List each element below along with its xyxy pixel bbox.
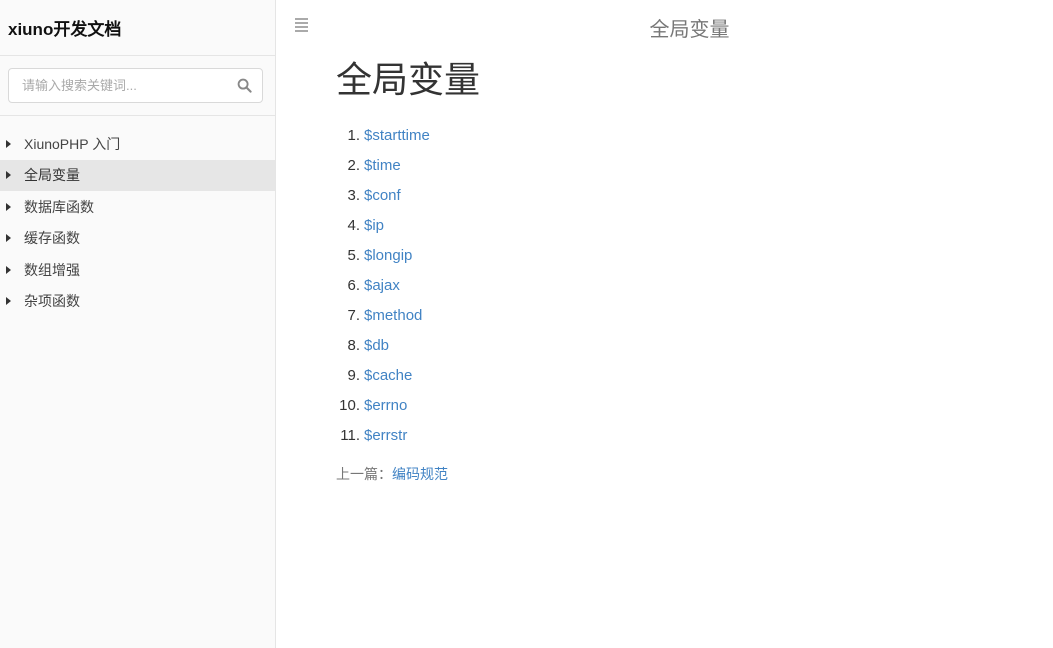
- toc-number: 8.: [347, 336, 360, 354]
- toc-number: 9.: [347, 366, 360, 384]
- toc-list: 1. $starttime 2. $time 3. $conf 4. $ip 5. $lo…: [336, 120, 1013, 450]
- article: 全局变量 1. $starttime 2. $time 3. $conf 4. $ip …: [336, 58, 1013, 484]
- header-title: 全局变量: [649, 19, 730, 41]
- toc-number: 10.: [339, 396, 360, 414]
- caret-right-icon[interactable]: [6, 139, 11, 148]
- caret-right-icon[interactable]: [6, 265, 11, 274]
- toc-link-longip[interactable]: $longip: [364, 247, 412, 264]
- toc-number: 4.: [347, 216, 360, 234]
- toc-item: 1. $starttime: [336, 120, 1013, 150]
- sidebar-item-label: 全局变量: [24, 167, 80, 184]
- toc-link-db[interactable]: $db: [364, 337, 389, 354]
- sidebar-header: xiuno开发文档: [0, 0, 275, 56]
- site-title[interactable]: xiuno开发文档: [8, 15, 121, 40]
- toc-link-cache[interactable]: $cache: [364, 367, 412, 384]
- page-title: 全局变量: [336, 59, 481, 100]
- app-window: xiuno开发文档 XiunoPHP 入门 全局变量 数据库函: [0, 0, 1053, 648]
- toc-item: 7. $method: [336, 300, 1013, 330]
- toc-item: 11. $errstr: [336, 420, 1013, 450]
- toc-link-errstr[interactable]: $errstr: [364, 427, 407, 444]
- caret-right-icon[interactable]: [6, 171, 11, 180]
- toc-item: 3. $conf: [336, 180, 1013, 210]
- toc-item: 9. $cache: [336, 360, 1013, 390]
- toc-link-ajax[interactable]: $ajax: [364, 277, 400, 294]
- toc-link-conf[interactable]: $conf: [364, 187, 401, 204]
- search-area: [0, 56, 275, 116]
- toc-item: 6. $ajax: [336, 270, 1013, 300]
- sidebar-item-label: 数组增强: [24, 261, 80, 278]
- sidebar-item-label: 缓存函数: [24, 230, 80, 247]
- toc-item: 4. $ip: [336, 210, 1013, 240]
- sidebar-nav: XiunoPHP 入门 全局变量 数据库函数 缓存函数 数组增强 杂项函数: [0, 116, 275, 317]
- toc-item: 2. $time: [336, 150, 1013, 180]
- prev-page-label: 上一篇：: [336, 466, 392, 482]
- caret-right-icon[interactable]: [6, 297, 11, 306]
- sidebar-item-intro[interactable]: XiunoPHP 入门: [0, 128, 275, 160]
- toc-number: 5.: [347, 246, 360, 264]
- toc-number: 11.: [340, 426, 360, 444]
- search-input[interactable]: [9, 69, 262, 102]
- toc-link-errno[interactable]: $errno: [364, 397, 407, 414]
- prev-page-link[interactable]: 编码规范: [392, 466, 448, 482]
- prev-page-nav: 上一篇：编码规范: [336, 464, 1013, 484]
- toc-number: 7.: [347, 306, 360, 324]
- toc-item: 5. $longip: [336, 240, 1013, 270]
- toc-item: 8. $db: [336, 330, 1013, 360]
- sidebar-item-cache-functions[interactable]: 缓存函数: [0, 223, 275, 255]
- main-content: 全局变量 全局变量 1. $starttime 2. $time 3. $conf 4…: [276, 0, 1053, 648]
- toc-link-starttime[interactable]: $starttime: [364, 127, 430, 144]
- toc-number: 3.: [347, 186, 360, 204]
- toc-number: 6.: [347, 276, 360, 294]
- toc-number: 1.: [347, 126, 360, 144]
- toc-link-method[interactable]: $method: [364, 307, 422, 324]
- toc-link-time[interactable]: $time: [364, 157, 401, 174]
- search-icon[interactable]: [237, 78, 252, 93]
- sidebar-item-label: 数据库函数: [24, 198, 94, 215]
- sidebar: xiuno开发文档 XiunoPHP 入门 全局变量 数据库函: [0, 0, 276, 648]
- caret-right-icon[interactable]: [6, 234, 11, 243]
- search-box: [8, 68, 263, 103]
- sidebar-item-label: 杂项函数: [24, 293, 80, 310]
- sidebar-item-label: XiunoPHP 入门: [24, 135, 121, 152]
- sidebar-item-array-enhance[interactable]: 数组增强: [0, 254, 275, 286]
- sidebar-item-misc-functions[interactable]: 杂项函数: [0, 286, 275, 318]
- toc-number: 2.: [347, 156, 360, 174]
- caret-right-icon[interactable]: [6, 202, 11, 211]
- toc-link-ip[interactable]: $ip: [364, 217, 384, 234]
- sidebar-item-db-functions[interactable]: 数据库函数: [0, 191, 275, 223]
- sidebar-item-global-vars[interactable]: 全局变量: [0, 159, 275, 191]
- toc-item: 10. $errno: [336, 390, 1013, 420]
